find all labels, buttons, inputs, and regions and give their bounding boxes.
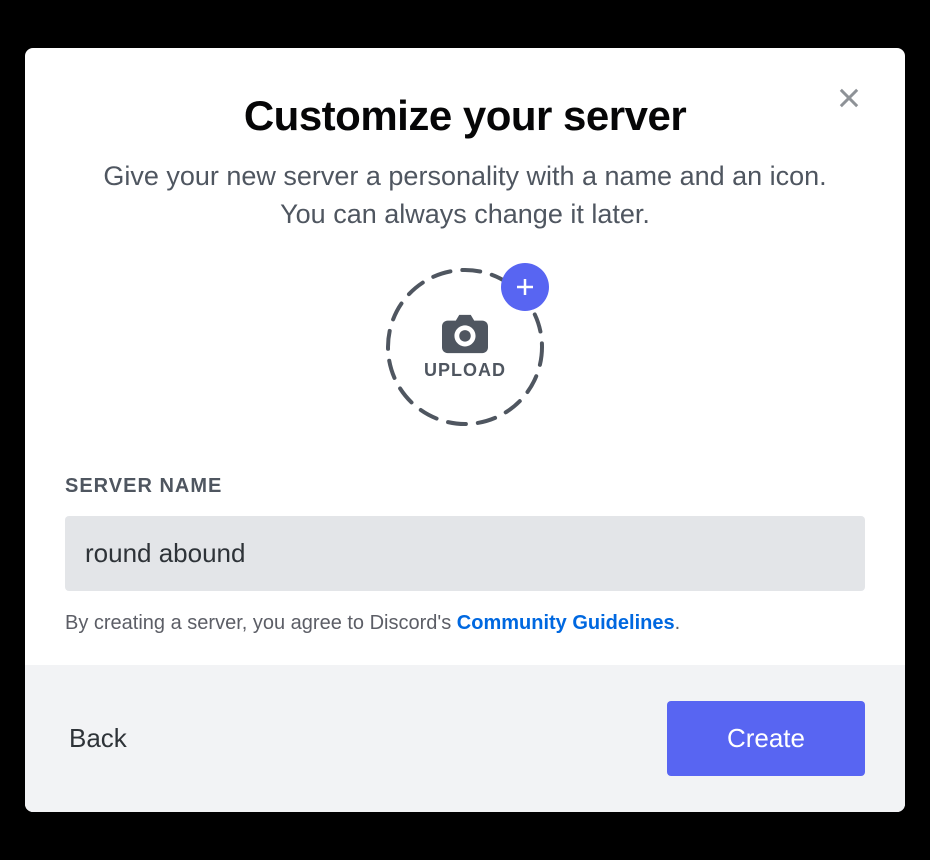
consent-text: By creating a server, you agree to Disco… xyxy=(65,609,865,637)
upload-label: UPLOAD xyxy=(424,360,506,381)
community-guidelines-link[interactable]: Community Guidelines xyxy=(457,612,675,634)
server-name-label: SERVER NAME xyxy=(65,475,865,498)
modal-subtitle: Give your new server a personality with … xyxy=(85,158,845,234)
plus-icon xyxy=(513,275,537,299)
back-button[interactable]: Back xyxy=(65,713,131,764)
consent-prefix: By creating a server, you agree to Disco… xyxy=(65,612,457,634)
close-button[interactable] xyxy=(831,80,867,116)
modal-body: Customize your server Give your new serv… xyxy=(25,48,905,666)
consent-suffix: . xyxy=(675,612,681,634)
modal-title: Customize your server xyxy=(65,92,865,140)
plus-badge xyxy=(501,263,549,311)
create-button[interactable]: Create xyxy=(667,701,865,776)
customize-server-modal: Customize your server Give your new serv… xyxy=(25,48,905,813)
modal-footer: Back Create xyxy=(25,665,905,812)
close-icon xyxy=(835,84,863,112)
server-name-input[interactable] xyxy=(65,516,865,591)
camera-icon xyxy=(442,314,488,354)
upload-icon-button[interactable]: UPLOAD xyxy=(385,267,545,427)
